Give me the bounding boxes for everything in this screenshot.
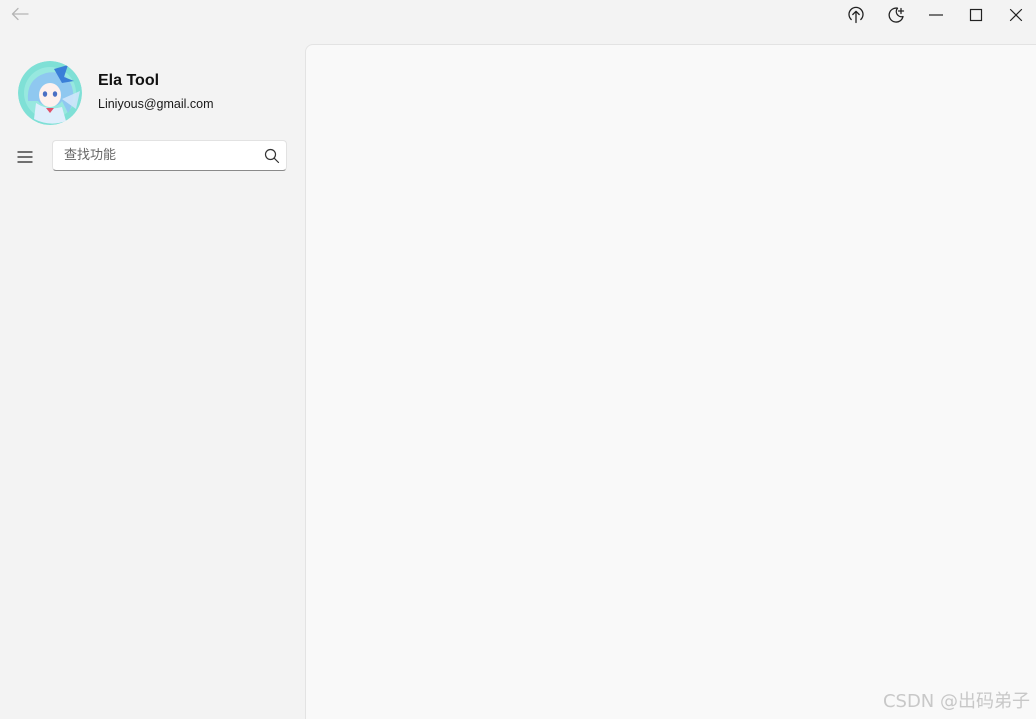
upload-icon: [848, 6, 864, 24]
user-name: Ela Tool: [98, 72, 160, 89]
avatar-image: [18, 61, 82, 125]
search-box[interactable]: [52, 140, 287, 171]
search-icon[interactable]: [264, 148, 280, 164]
menu-toggle-button[interactable]: [12, 144, 38, 170]
app-window: Ela Tool Liniyous@gmail.com CSDN @出码弟子: [0, 0, 1036, 719]
maximize-icon: [969, 8, 983, 22]
close-icon: [1009, 8, 1023, 22]
back-button[interactable]: [8, 3, 32, 25]
upload-button[interactable]: [836, 0, 876, 30]
minimize-button[interactable]: [916, 0, 956, 30]
watermark: CSDN @出码弟子: [882, 691, 1030, 712]
hamburger-menu-icon: [17, 151, 33, 163]
close-button[interactable]: [996, 0, 1036, 30]
title-bar-controls: [836, 0, 1036, 30]
maximize-button[interactable]: [956, 0, 996, 30]
theme-toggle-button[interactable]: [876, 0, 916, 30]
content-panel: [305, 44, 1036, 719]
user-email: Liniyous@gmail.com: [98, 97, 214, 111]
minimize-icon: [929, 14, 943, 16]
avatar[interactable]: [18, 61, 82, 125]
arrow-left-icon: [11, 7, 29, 21]
search-input[interactable]: [53, 141, 258, 170]
theme-toggle-icon: [888, 7, 905, 23]
